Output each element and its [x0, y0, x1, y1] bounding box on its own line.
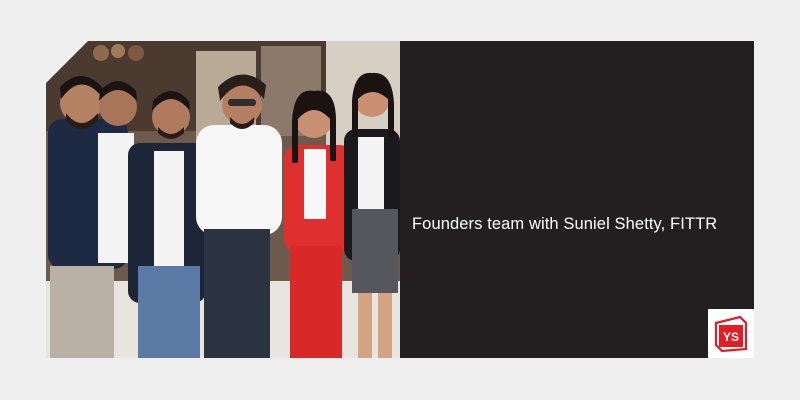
ys-logo: YS: [708, 309, 754, 358]
article-image: Founders team with Suniel Shetty, FITTR …: [0, 0, 800, 400]
corner-fold: [46, 41, 88, 83]
group-photo-illustration: [46, 41, 400, 358]
image-caption: Founders team with Suniel Shetty, FITTR: [412, 215, 718, 233]
ys-logo-icon: YS: [714, 315, 748, 352]
group-photo: [46, 41, 400, 358]
image-card: Founders team with Suniel Shetty, FITTR …: [46, 41, 754, 358]
ys-logo-text: YS: [723, 330, 739, 344]
